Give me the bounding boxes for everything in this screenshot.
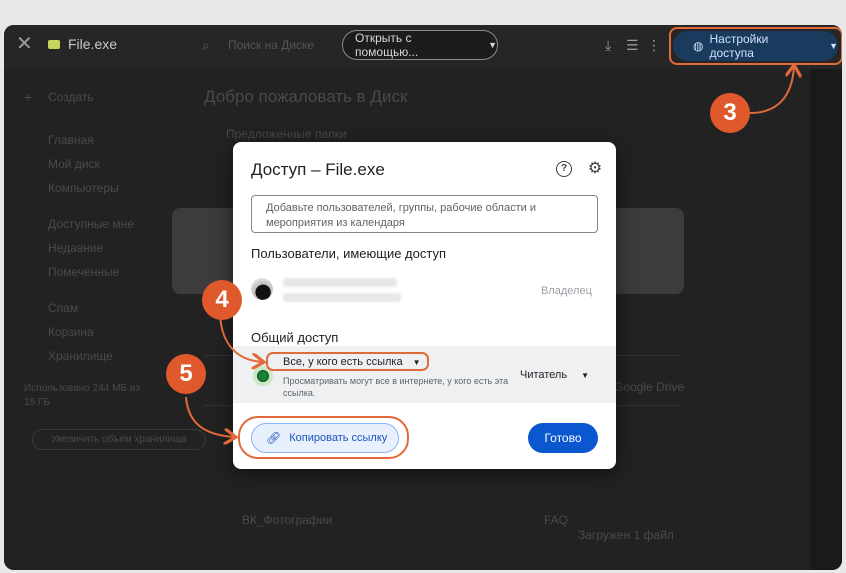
step-badge-3: 3 [710, 93, 750, 133]
step-badge-4: 4 [202, 280, 242, 320]
app-window: ✕ File.exe ⌕ Поиск на Диске Открыть с по… [4, 25, 842, 570]
arrow-step5 [185, 396, 234, 437]
step-badge-5: 5 [166, 354, 206, 394]
arrow-step4 [219, 314, 262, 362]
arrow-step3 [749, 67, 794, 114]
top-margin [4, 0, 842, 25]
